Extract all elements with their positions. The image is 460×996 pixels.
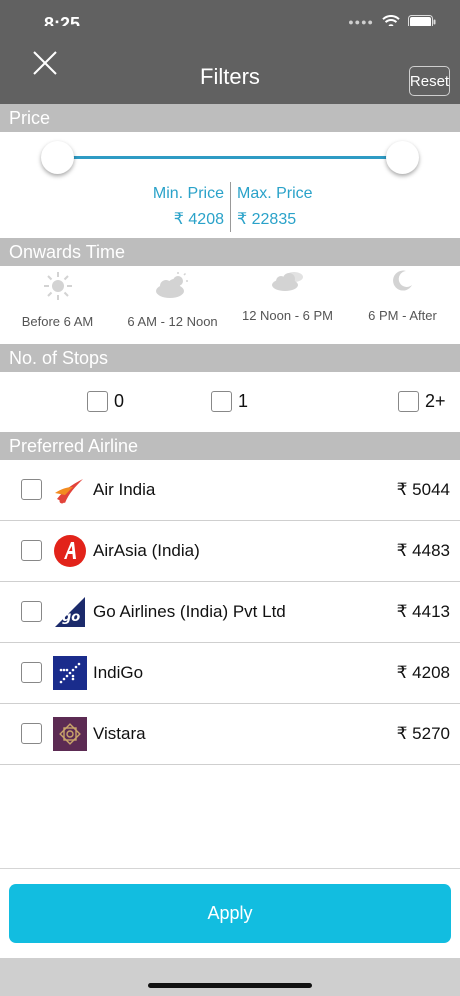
airline-price: ₹ 4483 (396, 541, 450, 560)
checkbox[interactable] (211, 391, 232, 412)
status-bar: 8:25 ●●●● (0, 0, 460, 34)
max-price-value: ₹ 22835 (237, 211, 297, 228)
airline-name: AirAsia (India) (93, 541, 200, 560)
stop-label: 0 (114, 391, 125, 411)
stop-option-2-plus[interactable]: 2+ (398, 391, 446, 412)
stop-option-0[interactable]: 0 (87, 391, 124, 412)
min-price-label: Min. Price (152, 185, 224, 202)
max-price-label: Max. Price (237, 185, 313, 202)
checkbox[interactable] (21, 601, 42, 622)
price-slider-track (58, 156, 402, 159)
time-label: Before 6 AM (21, 314, 94, 329)
page-title: Filters (200, 64, 260, 89)
airline-row-airasia[interactable]: AirAsia (India) ₹ 4483 (0, 521, 460, 582)
airasia-logo-icon (54, 535, 86, 567)
min-price-value: ₹ 4208 (173, 211, 224, 228)
max-price: Max. Price ₹ 22835 (237, 185, 313, 229)
footer-divider (0, 868, 460, 869)
airline-price: ₹ 4208 (396, 663, 450, 682)
section-header-price: Price (0, 104, 460, 132)
time-option-12noon-6pm[interactable]: 12 Noon - 6 PM (230, 262, 345, 323)
time-option-before-6am[interactable]: Before 6 AM (0, 268, 115, 329)
vistara-logo-icon (53, 717, 87, 751)
price-slider-min-handle[interactable] (41, 141, 74, 174)
min-price: Min. Price ₹ 4208 (153, 185, 224, 229)
time-option-6pm-after[interactable]: 6 PM - After (345, 262, 460, 323)
airline-row-go-airlines[interactable]: go Go Airlines (India) Pvt Ltd ₹ 4413 (0, 582, 460, 643)
checkbox[interactable] (21, 540, 42, 561)
air-india-logo-icon (55, 479, 83, 504)
filters-header: Filters Reset (0, 26, 460, 104)
airline-name: IndiGo (93, 663, 144, 682)
checkbox[interactable] (87, 391, 108, 412)
stop-label: 2+ (425, 391, 446, 411)
stop-option-1[interactable]: 1 (211, 391, 248, 412)
goair-logo-icon: go (55, 597, 85, 627)
svg-text:go: go (62, 610, 80, 625)
time-label: 6 PM - After (368, 308, 437, 323)
section-header-airline: Preferred Airline (0, 432, 460, 460)
section-header-stops: No. of Stops (0, 344, 460, 372)
partly-cloudy-sun-icon (115, 268, 230, 304)
airline-price: ₹ 4413 (396, 602, 450, 621)
checkbox[interactable] (21, 479, 42, 500)
time-label: 12 Noon - 6 PM (241, 308, 334, 323)
checkbox[interactable] (398, 391, 419, 412)
reset-button[interactable]: Reset (409, 66, 450, 96)
price-slider-max-handle[interactable] (386, 141, 419, 174)
apply-button[interactable]: Apply (9, 884, 451, 943)
indigo-logo-icon (53, 656, 87, 690)
airline-row-indigo[interactable]: IndiGo ₹ 4208 (0, 643, 460, 704)
stop-label: 1 (238, 391, 249, 411)
time-option-6am-12noon[interactable]: 6 AM - 12 Noon (115, 268, 230, 329)
moon-icon (345, 262, 460, 298)
time-label: 6 AM - 12 Noon (127, 314, 218, 329)
checkbox[interactable] (21, 662, 42, 683)
airline-name: Go Airlines (India) Pvt Ltd (93, 602, 286, 621)
home-indicator[interactable] (148, 983, 312, 988)
airline-row-air-india[interactable]: Air India ₹ 5044 (0, 460, 460, 521)
airline-name: Vistara (93, 724, 146, 743)
airline-price: ₹ 5270 (396, 724, 450, 743)
sun-icon (0, 268, 115, 304)
airline-row-vistara[interactable]: Vistara ₹ 5270 (0, 704, 460, 765)
home-indicator-area (0, 958, 460, 996)
airline-name: Air India (93, 480, 156, 499)
airline-price: ₹ 5044 (396, 480, 450, 499)
price-divider (230, 182, 231, 232)
cloudy-icon (230, 262, 345, 298)
checkbox[interactable] (21, 723, 42, 744)
